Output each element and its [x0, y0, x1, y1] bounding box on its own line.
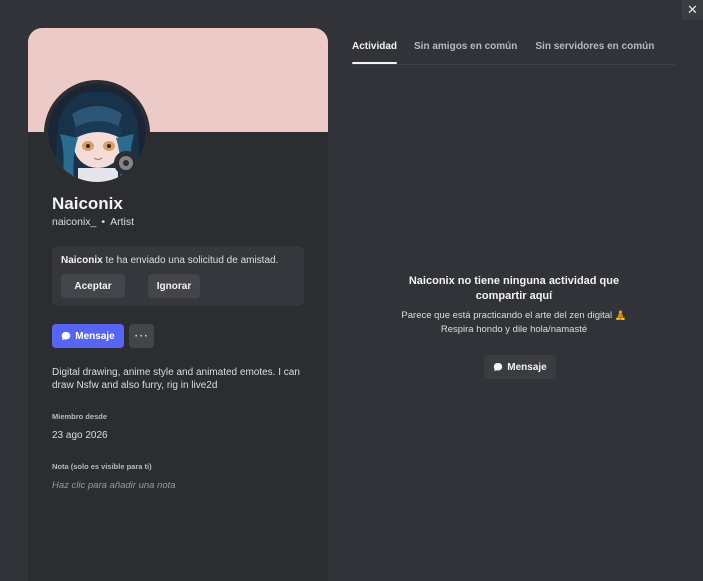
message-button[interactable]: Mensaje — [52, 324, 124, 348]
more-icon: ··· — [134, 329, 149, 343]
member-since-label: Miembro desde — [52, 412, 108, 421]
request-message: te ha enviado una solicitud de amistad. — [102, 255, 279, 266]
username-row: naiconix_ • Artist — [52, 216, 134, 228]
display-name: Naiconix — [52, 194, 123, 213]
tab-mutual-servers[interactable]: Sin servidores en común — [535, 41, 654, 52]
tabs-divider — [352, 64, 675, 65]
chat-bubble-icon — [62, 332, 71, 340]
separator-dot: • — [101, 216, 106, 228]
message-button-label: Mensaje — [75, 330, 115, 342]
close-button[interactable]: ✕ — [682, 0, 703, 20]
accept-button[interactable]: Aceptar — [61, 274, 125, 298]
username: naiconix_ — [52, 216, 97, 228]
chat-bubble-icon — [494, 363, 503, 371]
offline-status-icon — [119, 156, 133, 170]
profile-card: Naiconix naiconix_ • Artist Naiconix te ha… — [28, 28, 328, 581]
activity-empty-subtitle: Parece que está practicando el arte del … — [401, 310, 627, 335]
note-label: Nota (solo es visible para ti) — [52, 462, 152, 471]
tab-mutual-friends[interactable]: Sin amigos en común — [414, 41, 517, 52]
friend-request-text: Naiconix te ha enviado una solicitud de … — [61, 255, 278, 266]
pronoun-tag: Artist — [110, 216, 134, 228]
activity-message-label: Mensaje — [507, 361, 547, 373]
close-icon: ✕ — [687, 2, 698, 18]
profile-bio: Digital drawing, anime style and animate… — [52, 367, 300, 391]
tab-activity[interactable]: Actividad — [352, 41, 398, 64]
ignore-button[interactable]: Ignorar — [148, 274, 200, 298]
note-input[interactable]: Haz clic para añadir una nota — [52, 480, 176, 491]
request-sender: Naiconix — [61, 255, 103, 266]
more-options-button[interactable]: ··· — [129, 324, 154, 348]
friend-request-box: Naiconix te ha enviado una solicitud de … — [52, 246, 304, 306]
activity-empty-title: Naiconix no tiene ninguna actividad que … — [408, 275, 620, 302]
profile-tabs: Actividad Sin amigos en común Sin servid… — [352, 41, 654, 64]
activity-message-button[interactable]: Mensaje — [484, 355, 556, 379]
member-since-date: 23 ago 2026 — [52, 430, 108, 441]
